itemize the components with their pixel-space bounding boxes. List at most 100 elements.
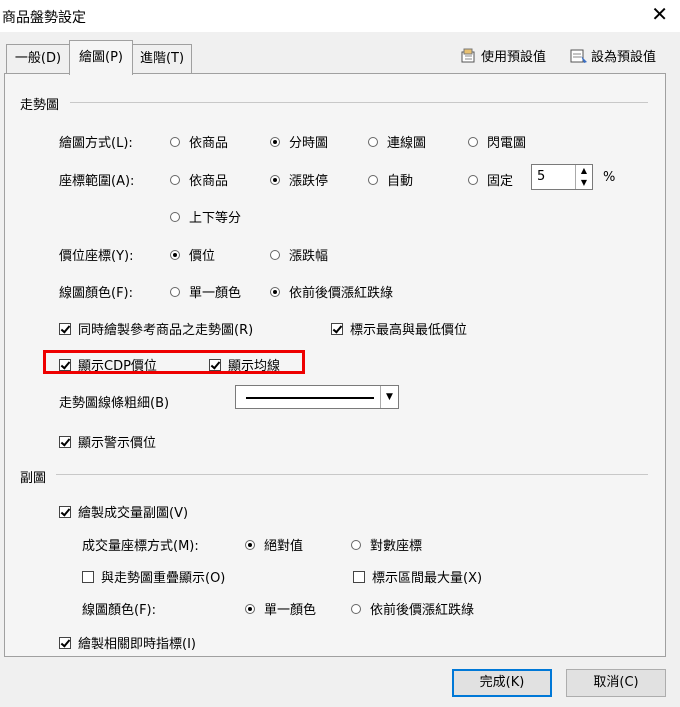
option-label: 漲跌幅 <box>289 249 329 264</box>
coord-range-auto[interactable]: 自動 <box>368 170 413 189</box>
line-sample <box>246 397 374 399</box>
radio-selected-icon <box>270 174 280 185</box>
close-icon[interactable]: ✕ <box>651 4 668 24</box>
radio-icon <box>170 286 180 297</box>
draw-method-label: 繪圖方式(L): <box>59 136 133 151</box>
option-label: 絕對值 <box>264 539 304 554</box>
sub-line-color-single[interactable]: 單一顏色 <box>245 599 316 618</box>
draw-method-time[interactable]: 分時圖 <box>270 132 328 151</box>
radio-icon <box>270 249 280 260</box>
radio-icon <box>368 174 378 185</box>
radio-icon <box>170 211 180 222</box>
option-label: 依前後價漲紅跌綠 <box>370 603 475 618</box>
option-label: 價位 <box>189 249 216 264</box>
sub-line-color-updown[interactable]: 依前後價漲紅跌綠 <box>351 599 474 618</box>
sub-line-color-label: 線圖顏色(F): <box>82 603 157 618</box>
checkbox-icon <box>82 570 94 583</box>
option-label: 漲跌停 <box>289 174 329 189</box>
radio-icon <box>468 136 478 147</box>
line-color-label: 線圖顏色(F): <box>59 286 134 301</box>
chevron-down-icon[interactable]: ▼ <box>380 386 398 408</box>
price-coord-change[interactable]: 漲跌幅 <box>270 245 328 264</box>
stepper-buttons[interactable]: ▲ ▼ <box>575 165 592 189</box>
ok-button[interactable]: 完成(K) <box>452 669 552 697</box>
radio-selected-icon <box>245 539 255 550</box>
option-label: 單一顏色 <box>264 603 317 618</box>
radio-icon <box>351 603 361 614</box>
checkbox-label: 標示區間最大量(X) <box>372 571 483 586</box>
coord-range-equal-split[interactable]: 上下等分 <box>170 207 241 226</box>
radio-icon <box>368 136 378 147</box>
chk-max-volume[interactable]: 標示區間最大量(X) <box>353 567 482 586</box>
set-default-icon <box>570 49 587 63</box>
sub-section-title: 副圖 <box>20 471 47 486</box>
tab-advanced[interactable]: 進階(T) <box>132 44 192 73</box>
option-label: 依商品 <box>189 174 229 189</box>
tab-drawing-label: 繪圖(P) <box>79 50 123 65</box>
radio-selected-icon <box>270 286 280 297</box>
radio-icon <box>170 174 180 185</box>
chevron-down-icon[interactable]: ▼ <box>576 177 592 189</box>
vol-coord-log[interactable]: 對數座標 <box>351 535 422 554</box>
cancel-button[interactable]: 取消(C) <box>566 669 666 697</box>
tab-drawing[interactable]: 繪圖(P) <box>69 40 133 75</box>
radio-icon <box>170 136 180 147</box>
chk-realtime-indicator[interactable]: 繪製相關即時指標(I) <box>59 633 196 652</box>
chevron-up-icon[interactable]: ▲ <box>576 165 592 177</box>
chk-overlay-trend[interactable]: 與走勢圖重疊顯示(O) <box>82 567 225 586</box>
vol-coord-absolute[interactable]: 絕對值 <box>245 535 303 554</box>
fixed-percent-stepper[interactable]: 5 ▲ ▼ <box>531 164 593 190</box>
vol-coord-label: 成交量座標方式(M): <box>82 539 199 554</box>
checkbox-label: 顯示警示價位 <box>78 436 157 451</box>
option-label: 依前後價漲紅跌綠 <box>289 286 394 301</box>
chk-volume-subchart[interactable]: 繪製成交量副圖(V) <box>59 502 188 521</box>
tab-general[interactable]: 一般(D) <box>6 44 70 73</box>
checkbox-checked-icon <box>59 358 71 371</box>
sub-separator <box>56 474 648 475</box>
checkbox-label: 繪製相關即時指標(I) <box>78 637 196 652</box>
price-coord-price[interactable]: 價位 <box>170 245 215 264</box>
option-label: 固定 <box>487 174 514 189</box>
option-label: 上下等分 <box>189 211 242 226</box>
chk-reference-trend[interactable]: 同時繪製參考商品之走勢圖(R) <box>59 319 253 338</box>
radio-selected-icon <box>170 249 180 260</box>
radio-selected-icon <box>245 603 255 614</box>
line-color-single[interactable]: 單一顏色 <box>170 282 241 301</box>
chk-warning-price[interactable]: 顯示警示價位 <box>59 432 156 451</box>
draw-method-lightning[interactable]: 閃電圖 <box>468 132 526 151</box>
price-coord-label: 價位座標(Y): <box>59 249 134 264</box>
radio-icon <box>468 174 478 185</box>
checkbox-checked-icon <box>59 435 71 448</box>
draw-method-by-product[interactable]: 依商品 <box>170 132 228 151</box>
draw-method-line[interactable]: 連線圖 <box>368 132 426 151</box>
line-color-updown[interactable]: 依前後價漲紅跌綠 <box>270 282 393 301</box>
option-label: 分時圖 <box>289 136 329 151</box>
use-default-button[interactable]: 使用預設值 <box>460 46 546 65</box>
use-default-label: 使用預設值 <box>481 50 547 65</box>
option-label: 對數座標 <box>370 539 423 554</box>
line-thickness-select[interactable]: ▼ <box>235 385 399 409</box>
chk-high-low[interactable]: 標示最高與最低價位 <box>331 319 467 338</box>
coord-range-limit[interactable]: 漲跌停 <box>270 170 328 189</box>
fixed-percent-value: 5 <box>537 169 546 184</box>
checkbox-checked-icon <box>59 505 71 518</box>
checkbox-label: 顯示均線 <box>228 359 281 374</box>
option-label: 單一顏色 <box>189 286 242 301</box>
set-default-button[interactable]: 設為預設值 <box>570 46 656 65</box>
chk-cdp[interactable]: 顯示CDP價位 <box>59 355 157 374</box>
checkbox-checked-icon <box>331 322 343 335</box>
coord-range-label: 座標範圍(A): <box>59 174 135 189</box>
title-bar: 商品盤勢設定 ✕ <box>0 0 680 32</box>
chk-average-line[interactable]: 顯示均線 <box>209 355 280 374</box>
radio-icon <box>351 539 361 550</box>
option-label: 閃電圖 <box>487 136 527 151</box>
trend-separator <box>70 102 648 103</box>
checkbox-checked-icon <box>59 322 71 335</box>
line-thickness-label: 走勢圖線條粗細(B) <box>59 396 170 411</box>
checkbox-checked-icon <box>59 636 71 649</box>
coord-range-by-product[interactable]: 依商品 <box>170 170 228 189</box>
trend-section-title: 走勢圖 <box>20 98 60 113</box>
radio-selected-icon <box>270 136 280 147</box>
checkbox-label: 顯示CDP價位 <box>78 359 157 374</box>
coord-range-fixed[interactable]: 固定 <box>468 170 513 189</box>
